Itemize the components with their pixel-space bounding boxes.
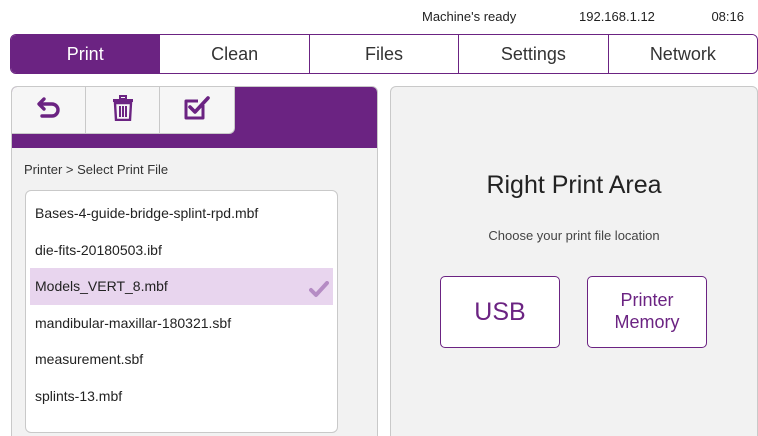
- checkbox-icon: [183, 95, 211, 126]
- trash-icon: [112, 95, 134, 126]
- print-area-panel: Right Print Area Choose your print file …: [390, 86, 758, 436]
- list-item[interactable]: measurement.sbf: [30, 341, 333, 378]
- tab-print[interactable]: Print: [11, 35, 160, 73]
- main-tab-bar: Print Clean Files Settings Network: [10, 34, 758, 74]
- panel-title: Right Print Area: [486, 171, 662, 199]
- delete-button[interactable]: [86, 87, 160, 134]
- file-list: Bases-4-guide-bridge-splint-rpd.mbf die-…: [25, 190, 338, 433]
- status-bar: Machine's ready 192.168.1.12 08:16: [0, 0, 758, 34]
- select-button[interactable]: [160, 87, 234, 134]
- tab-files[interactable]: Files: [308, 35, 459, 73]
- list-item-selected[interactable]: Models_VERT_8.mbf: [30, 268, 333, 305]
- list-item[interactable]: mandibular-maxillar-180321.sbf: [30, 305, 333, 342]
- breadcrumb: Printer > Select Print File: [24, 162, 169, 177]
- file-name: Models_VERT_8.mbf: [35, 278, 168, 294]
- clock-text: 08:16: [711, 9, 744, 24]
- tab-network[interactable]: Network: [607, 35, 757, 73]
- panel-subtitle: Choose your print file location: [488, 228, 660, 243]
- printer-memory-button[interactable]: Printer Memory: [587, 276, 707, 348]
- machine-status-text: Machine's ready: [422, 9, 517, 24]
- printer-memory-line2: Memory: [614, 312, 680, 332]
- file-browser-panel: Printer > Select Print File Bases-4-guid…: [11, 86, 378, 436]
- tab-settings[interactable]: Settings: [458, 35, 608, 73]
- ip-address-text: 192.168.1.12: [579, 9, 655, 24]
- toolbar-buttons: [12, 87, 235, 134]
- back-button[interactable]: [12, 87, 86, 134]
- list-item[interactable]: Bases-4-guide-bridge-splint-rpd.mbf: [30, 195, 333, 232]
- list-item[interactable]: die-fits-20180503.ibf: [30, 232, 333, 269]
- printer-memory-line1: Printer: [620, 290, 674, 311]
- back-icon: [36, 96, 62, 125]
- file-toolbar: [12, 87, 377, 148]
- tab-clean[interactable]: Clean: [159, 35, 309, 73]
- printer-memory-label: Printer Memory: [614, 290, 679, 333]
- usb-button[interactable]: USB: [440, 276, 560, 348]
- list-item[interactable]: splints-13.mbf: [30, 378, 333, 415]
